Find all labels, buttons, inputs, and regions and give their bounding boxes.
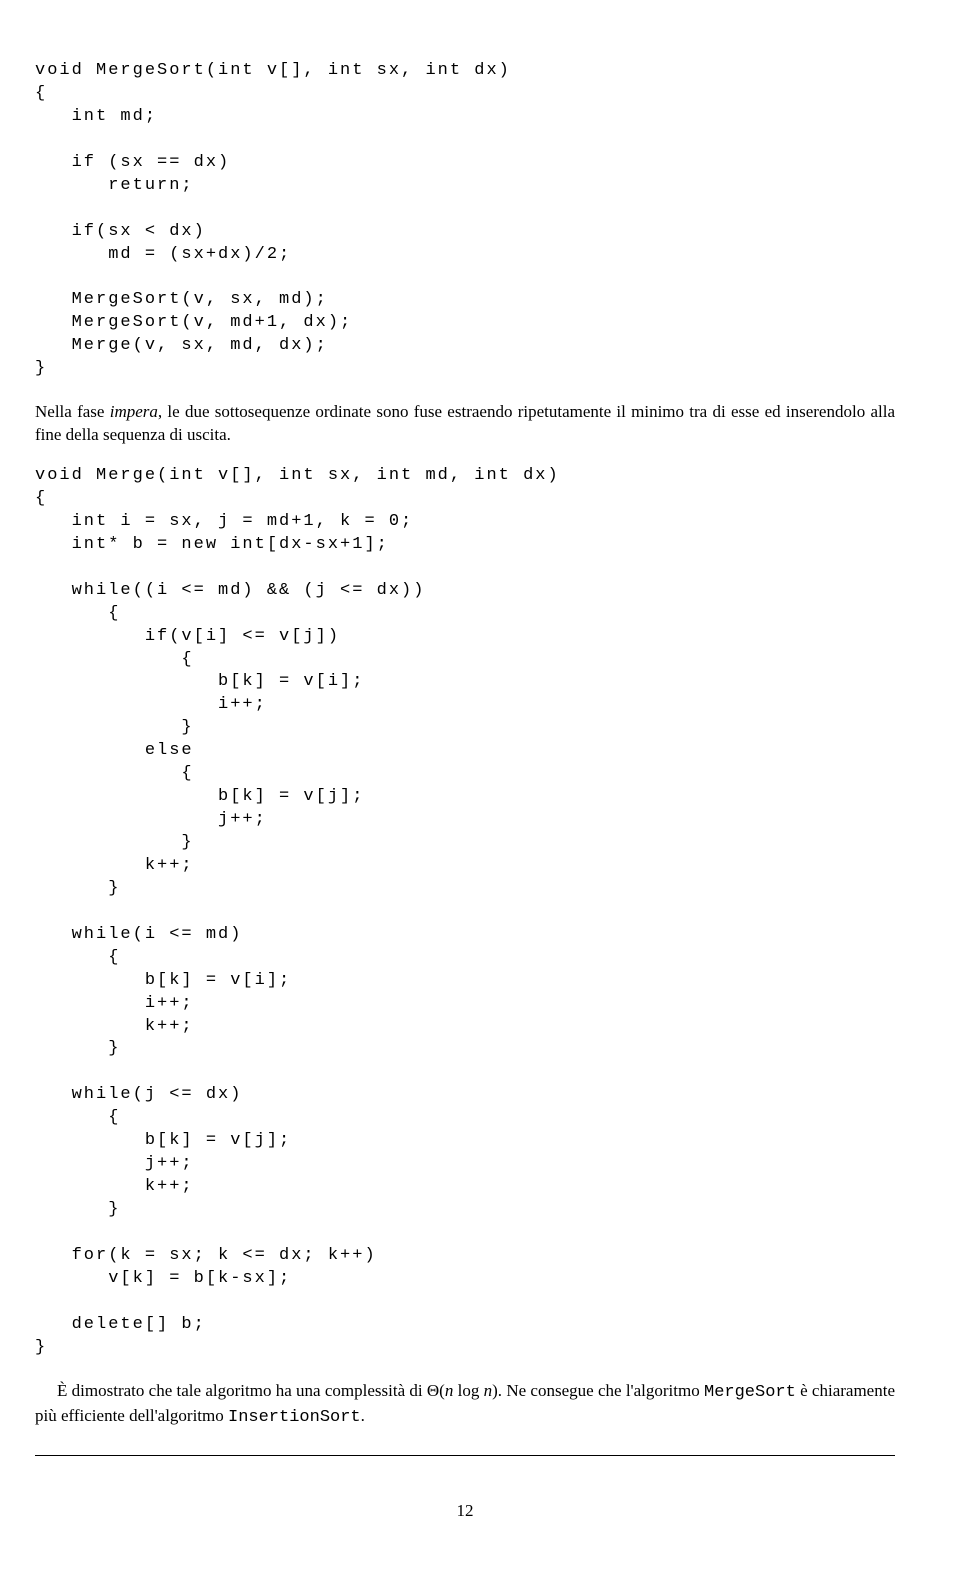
math-n: n <box>484 1381 493 1400</box>
horizontal-rule <box>35 1455 895 1456</box>
code-block-mergesort: void MergeSort(int v[], int sx, int dx) … <box>35 60 895 381</box>
prose-text: . <box>361 1406 365 1425</box>
prose-text: È dimostrato che tale algoritmo ha una c… <box>57 1381 445 1400</box>
prose-complexity: È dimostrato che tale algoritmo ha una c… <box>35 1380 895 1430</box>
tt-insertionsort: InsertionSort <box>228 1408 361 1427</box>
prose-text: ). Ne consegue che l'algoritmo <box>492 1381 704 1400</box>
prose-text: log <box>453 1381 483 1400</box>
code-block-merge: void Merge(int v[], int sx, int md, int … <box>35 465 895 1360</box>
prose-impera: Nella fase impera, le due sottosequenze … <box>35 401 895 447</box>
prose-text: Nella fase <box>35 402 110 421</box>
prose-text: , le due sottosequenze ordinate sono fus… <box>35 402 895 444</box>
prose-italic-impera: impera <box>110 402 158 421</box>
tt-mergesort: MergeSort <box>704 1383 796 1402</box>
page-number: 12 <box>35 1500 895 1521</box>
